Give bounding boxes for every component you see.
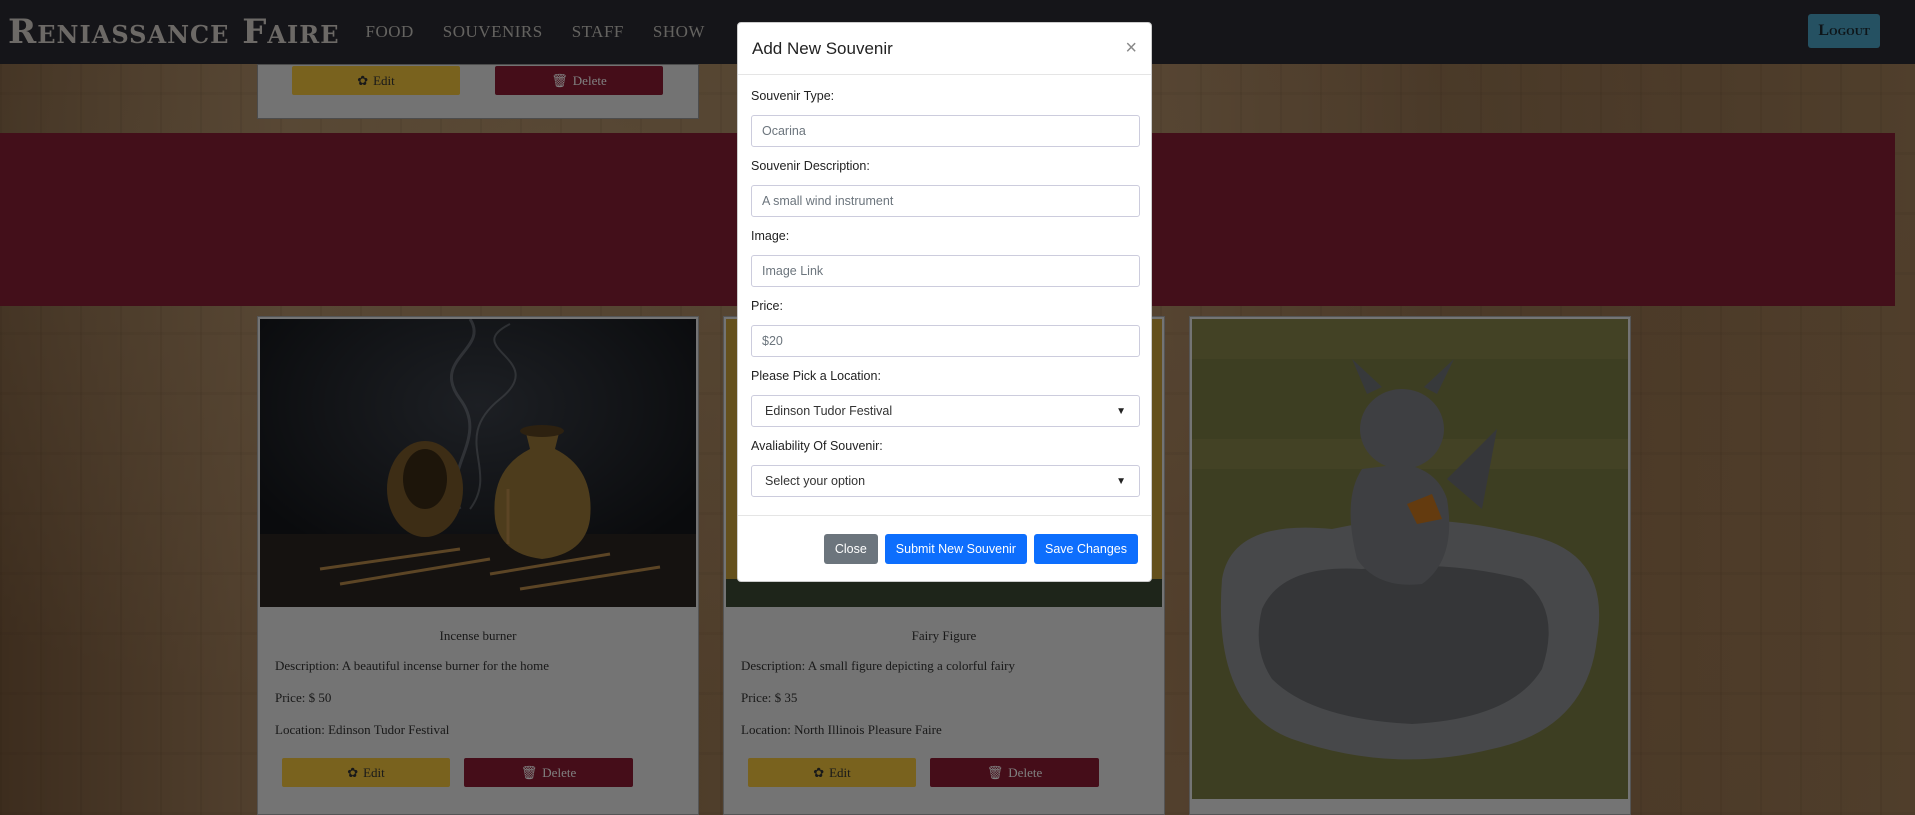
souvenir-type-label: Souvenir Type:	[751, 89, 835, 103]
close-button[interactable]: Close	[823, 533, 878, 564]
souvenir-type-input[interactable]: Ocarina	[751, 115, 1140, 147]
location-select[interactable]: Edinson Tudor Festival ▼	[751, 395, 1140, 427]
modal-header: Add New Souvenir ×	[738, 23, 1151, 75]
price-input[interactable]: $20	[751, 325, 1140, 357]
save-changes-button[interactable]: Save Changes	[1033, 533, 1138, 564]
caret-down-icon: ▼	[1116, 475, 1126, 487]
availability-selected-value: Select your option	[765, 474, 866, 488]
caret-down-icon: ▼	[1116, 405, 1126, 417]
availability-label: Avaliability Of Souvenir:	[751, 439, 883, 453]
souvenir-description-label: Souvenir Description:	[751, 159, 870, 173]
availability-select[interactable]: Select your option ▼	[751, 465, 1140, 497]
image-link-input[interactable]: Image Link	[751, 255, 1140, 287]
souvenir-description-input[interactable]: A small wind instrument	[751, 185, 1140, 217]
submit-souvenir-button[interactable]: Submit New Souvenir	[884, 533, 1027, 564]
modal-footer: Close Submit New Souvenir Save Changes	[738, 515, 1151, 581]
location-selected-value: Edinson Tudor Festival	[765, 404, 893, 418]
add-souvenir-modal: Add New Souvenir × Souvenir Type: Ocarin…	[737, 22, 1152, 582]
modal-title: Add New Souvenir	[752, 38, 893, 58]
image-label: Image:	[751, 229, 790, 243]
price-label: Price:	[751, 299, 783, 313]
close-icon[interactable]: ×	[1125, 37, 1137, 60]
location-label: Please Pick a Location:	[751, 369, 881, 383]
modal-body: Souvenir Type: Ocarina Souvenir Descript…	[738, 75, 1151, 497]
